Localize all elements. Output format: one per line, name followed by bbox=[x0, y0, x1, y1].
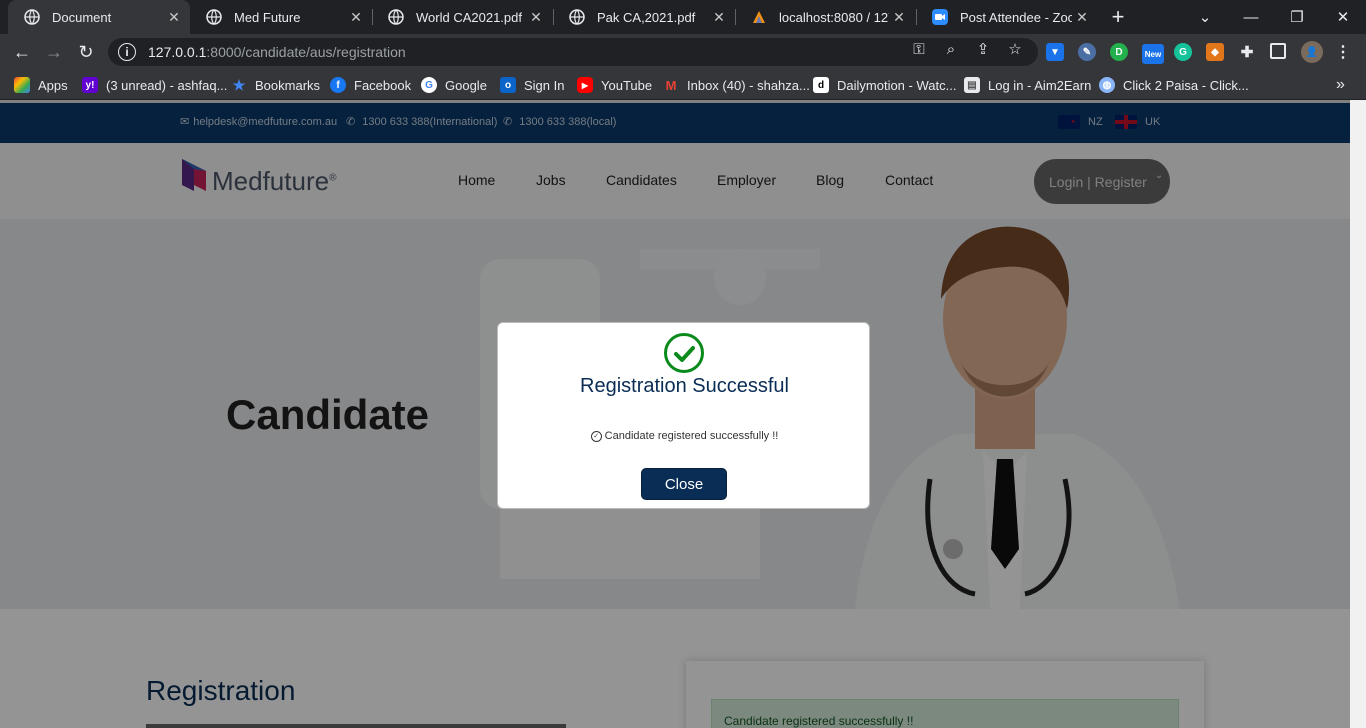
document-icon: ▤ bbox=[964, 77, 980, 93]
tab-pak-ca-pdf[interactable]: Pak CA,2021.pdf ✕ bbox=[553, 0, 735, 34]
globe-icon bbox=[388, 9, 404, 25]
url-host: 127.0.0.1 bbox=[148, 44, 207, 60]
new-badge-extension-icon[interactable]: New bbox=[1142, 44, 1164, 64]
close-tab-icon[interactable]: ✕ bbox=[526, 9, 546, 26]
tab-title: localhost:8080 / 127.0.0.1 bbox=[779, 9, 889, 25]
bookmark-youtube[interactable]: ▶ YouTube bbox=[577, 70, 652, 100]
bookmark-click2paisa[interactable]: ◍ Click 2 Paisa - Click... bbox=[1099, 70, 1249, 100]
bookmark-label: Sign In bbox=[524, 77, 565, 93]
bookmark-aim2earn[interactable]: ▤ Log in - Aim2Earn bbox=[964, 70, 1091, 100]
reload-icon[interactable]: ↻ bbox=[74, 40, 98, 64]
close-tab-icon[interactable]: ✕ bbox=[164, 9, 184, 26]
extensions-puzzle-icon[interactable]: ✚ bbox=[1238, 43, 1256, 61]
apps-grid-icon bbox=[14, 77, 30, 93]
close-tab-icon[interactable]: ✕ bbox=[1072, 9, 1092, 26]
outlook-icon: o bbox=[500, 77, 516, 93]
tab-world-ca-pdf[interactable]: World CA2021.pdf ✕ bbox=[372, 0, 552, 34]
globe-icon bbox=[24, 9, 40, 25]
new-tab-button[interactable]: + bbox=[1100, 0, 1136, 34]
bookmark-label: Dailymotion - Watc... bbox=[837, 77, 957, 93]
modal-title: Registration Successful bbox=[580, 375, 789, 397]
url-path: :8000/candidate/aus/registration bbox=[206, 44, 406, 60]
metamask-icon[interactable]: ◆ bbox=[1206, 43, 1224, 61]
bookmark-gmail[interactable]: M Inbox (40) - shahza... bbox=[663, 70, 810, 100]
key-icon[interactable]: ⚿ bbox=[910, 40, 928, 58]
tab-title: Med Future bbox=[234, 9, 301, 25]
phpmyadmin-icon bbox=[753, 11, 765, 23]
pen-extension-icon[interactable]: ✎ bbox=[1078, 43, 1096, 61]
back-icon[interactable]: ← bbox=[10, 40, 34, 64]
address-bar[interactable]: i 127.0.0.1:8000/candidate/aus/registrat… bbox=[108, 38, 1038, 66]
tab-med-future[interactable]: Med Future ✕ bbox=[190, 0, 372, 34]
grammarly-icon[interactable]: G bbox=[1174, 43, 1192, 61]
menu-kebab-icon[interactable]: ⋮ bbox=[1334, 43, 1352, 61]
tab-zoom[interactable]: Post Attendee - Zoom ✕ bbox=[916, 0, 1098, 34]
close-button[interactable]: Close bbox=[641, 468, 727, 500]
google-icon: G bbox=[421, 77, 437, 93]
shield-extension-icon[interactable]: ▼ bbox=[1046, 43, 1064, 61]
bookmarks-bar: Apps y! (3 unread) - ashfaq... ★ Bookmarks… bbox=[0, 70, 1366, 100]
success-check-icon bbox=[664, 333, 704, 373]
tab-localhost-phpmyadmin[interactable]: localhost:8080 / 127.0.0.1 ✕ bbox=[735, 0, 915, 34]
zoom-icon[interactable]: ⌕ bbox=[942, 40, 960, 58]
tab-title: Document bbox=[52, 9, 112, 25]
close-tab-icon[interactable]: ✕ bbox=[889, 9, 909, 26]
site-info-icon[interactable]: i bbox=[118, 43, 136, 61]
bookmark-label: Facebook bbox=[354, 77, 412, 93]
bookmark-outlook[interactable]: o Sign In bbox=[500, 70, 564, 100]
forward-icon[interactable]: → bbox=[42, 40, 66, 64]
minimize-icon[interactable]: — bbox=[1228, 0, 1274, 34]
gmail-icon: M bbox=[665, 77, 677, 93]
modal-message-row: ✓ Candidate registered successfully !! bbox=[498, 430, 871, 442]
globe-icon bbox=[569, 9, 585, 25]
profile-avatar[interactable]: 👤 bbox=[1301, 41, 1323, 63]
side-panel-icon[interactable] bbox=[1270, 43, 1286, 59]
zoom-icon bbox=[932, 9, 948, 25]
globe-icon: ◍ bbox=[1099, 77, 1115, 93]
youtube-icon: ▶ bbox=[577, 77, 593, 93]
bookmark-label: Log in - Aim2Earn bbox=[988, 77, 1092, 93]
tab-document[interactable]: Document ✕ bbox=[8, 0, 190, 34]
bookmark-label: Click 2 Paisa - Click... bbox=[1123, 77, 1249, 93]
close-window-icon[interactable]: ✕ bbox=[1320, 0, 1366, 34]
more-bookmarks-icon[interactable]: » bbox=[1336, 70, 1345, 100]
share-icon[interactable]: ⇪ bbox=[974, 40, 992, 58]
d-extension-icon[interactable]: D bbox=[1110, 43, 1128, 61]
modal-message: Candidate registered successfully !! bbox=[604, 430, 779, 442]
bookmark-label: Inbox (40) - shahza... bbox=[687, 77, 810, 93]
close-tab-icon[interactable]: ✕ bbox=[346, 9, 366, 26]
tab-title: Post Attendee - Zoom bbox=[960, 9, 1072, 25]
registration-success-modal: Registration Successful ✓ Candidate regi… bbox=[497, 322, 870, 509]
close-tab-icon[interactable]: ✕ bbox=[709, 9, 729, 26]
tab-title: World CA2021.pdf bbox=[416, 9, 522, 25]
bookmark-label: Apps bbox=[38, 77, 68, 93]
restore-icon[interactable]: ❐ bbox=[1274, 0, 1320, 34]
tab-title: Pak CA,2021.pdf bbox=[597, 9, 696, 25]
facebook-icon: f bbox=[330, 77, 346, 93]
bookmark-label: YouTube bbox=[601, 77, 653, 93]
bookmark-dailymotion[interactable]: d Dailymotion - Watc... bbox=[813, 70, 956, 100]
small-check-icon: ✓ bbox=[590, 430, 602, 442]
star-icon: ★ bbox=[232, 76, 246, 93]
tab-strip: Document ✕ Med Future ✕ World CA2021.pdf… bbox=[0, 0, 1366, 34]
bookmark-yahoo[interactable]: y! (3 unread) - ashfaq... bbox=[82, 70, 227, 100]
bookmark-bookmarks[interactable]: ★ Bookmarks bbox=[231, 70, 320, 100]
browser-toolbar: ← → ↻ i 127.0.0.1:8000/candidate/aus/reg… bbox=[0, 34, 1366, 70]
bookmark-star-icon[interactable]: ☆ bbox=[1006, 40, 1024, 58]
extension-badge: New bbox=[1144, 49, 1162, 59]
bookmark-facebook[interactable]: f Facebook bbox=[330, 70, 411, 100]
page-scrollbar[interactable] bbox=[1350, 100, 1366, 728]
bookmark-apps[interactable]: Apps bbox=[14, 70, 68, 100]
globe-icon bbox=[206, 9, 222, 25]
yahoo-icon: y! bbox=[82, 77, 98, 93]
bookmark-google[interactable]: G Google bbox=[421, 70, 487, 100]
bookmark-label: Google bbox=[445, 77, 487, 93]
bookmark-label: (3 unread) - ashfaq... bbox=[106, 77, 228, 93]
bookmark-label: Bookmarks bbox=[255, 77, 321, 93]
tab-search-icon[interactable]: ⌄ bbox=[1182, 0, 1228, 34]
dailymotion-icon: d bbox=[813, 77, 829, 93]
